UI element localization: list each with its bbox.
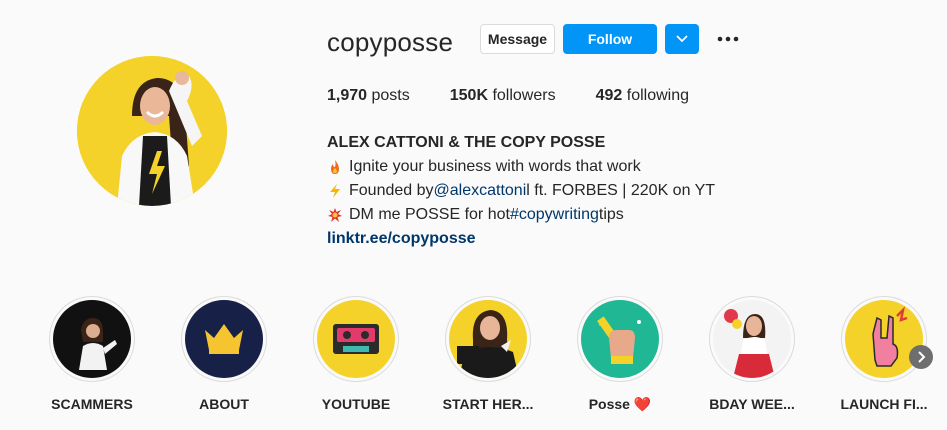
fist-pencil-icon xyxy=(581,300,659,378)
chevron-right-icon xyxy=(918,351,926,363)
person-photo-icon xyxy=(53,300,131,378)
highlight-label: SCAMMERS xyxy=(51,396,133,412)
highlight-ring xyxy=(577,296,663,382)
followers-stat[interactable]: 150K followers xyxy=(450,87,556,105)
highlight-posse[interactable]: Posse ❤️ xyxy=(570,296,670,413)
cassette-icon xyxy=(317,300,395,378)
posts-stat: 1,970 posts xyxy=(327,87,410,105)
highlight-ring xyxy=(313,296,399,382)
lightning-icon xyxy=(330,184,340,198)
crown-icon xyxy=(185,300,263,378)
suggested-dropdown-button[interactable] xyxy=(665,24,699,54)
highlight-ring xyxy=(445,296,531,382)
highlight-label: LAUNCH FI... xyxy=(840,396,928,412)
following-stat[interactable]: 492 following xyxy=(596,87,689,105)
bio-line-2-prefix: Founded by xyxy=(349,182,434,199)
bio-line-3: DM me POSSE for hot #copywriting tips xyxy=(327,203,715,227)
highlight-ring xyxy=(181,296,267,382)
bio-hashtag-link[interactable]: #copywriting xyxy=(510,203,599,227)
bio-line-2-suffix: l ft. FORBES | 220K on YT xyxy=(526,182,716,199)
bio-line-3-suffix: tips xyxy=(598,206,624,223)
highlight-label: START HER... xyxy=(442,396,534,412)
highlight-cover xyxy=(581,300,659,378)
bio-line-1: Ignite your business with words that wor… xyxy=(327,155,715,179)
bio-line-3-prefix: DM me POSSE for hot xyxy=(349,206,510,223)
posts-count: 1,970 xyxy=(327,87,368,104)
following-label: following xyxy=(626,87,690,104)
following-count: 492 xyxy=(595,87,623,104)
highlight-cover xyxy=(713,300,791,378)
profile-photo xyxy=(77,56,227,206)
highlight-cover xyxy=(449,300,527,378)
highlight-ring xyxy=(841,296,927,382)
highlight-ring xyxy=(49,296,135,382)
bio-name: ALEX CATTONI & THE COPY POSSE xyxy=(327,134,606,151)
bio-line-2: Founded by @alexcattoni l ft. FORBES | 2… xyxy=(327,179,715,203)
highlight-about[interactable]: ABOUT xyxy=(174,296,274,412)
bio-line-1-text: Ignite your business with words that wor… xyxy=(349,158,641,175)
highlight-ring xyxy=(709,296,795,382)
profile-stats: 1,970 posts 150K followers 492 following xyxy=(327,87,729,105)
highlight-cover xyxy=(317,300,395,378)
highlight-start-here[interactable]: START HER... xyxy=(438,296,538,412)
fire-icon xyxy=(331,160,339,174)
bio-mention-link[interactable]: @alexcattoni xyxy=(434,179,527,203)
highlight-cover xyxy=(185,300,263,378)
profile-bio: ALEX CATTONI & THE COPY POSSE Ignite you… xyxy=(327,131,715,251)
person-photo-icon xyxy=(713,300,791,378)
story-highlights: SCAMMERS ABOUT YOUTUBE START HER... Poss… xyxy=(0,296,947,416)
profile-avatar[interactable] xyxy=(77,56,227,206)
highlight-cover xyxy=(845,300,923,378)
more-options-button[interactable] xyxy=(713,24,743,54)
rock-hand-icon xyxy=(845,300,923,378)
collision-icon xyxy=(328,208,342,222)
posts-label: posts xyxy=(371,87,410,104)
highlights-next-button[interactable] xyxy=(909,345,933,369)
followers-label: followers xyxy=(492,87,556,104)
highlight-label: YOUTUBE xyxy=(321,396,391,412)
profile-username: copyposse xyxy=(327,27,454,57)
chevron-down-icon xyxy=(676,35,688,43)
person-photo-icon xyxy=(449,300,527,378)
followers-count: 150K xyxy=(449,87,488,104)
bio-website-link[interactable]: linktr.ee/copyposse xyxy=(327,227,715,251)
highlight-youtube[interactable]: YOUTUBE xyxy=(306,296,406,412)
message-button[interactable]: Message xyxy=(480,24,555,54)
highlight-label: ABOUT xyxy=(199,396,249,412)
more-horizontal-icon xyxy=(717,36,739,42)
highlight-cover xyxy=(53,300,131,378)
highlight-bday-week[interactable]: BDAY WEE... xyxy=(702,296,802,412)
follow-button[interactable]: Follow xyxy=(563,24,657,54)
highlight-label: BDAY WEE... xyxy=(709,396,795,412)
highlight-label: Posse ❤️ xyxy=(588,396,652,412)
highlight-scammers[interactable]: SCAMMERS xyxy=(42,296,142,412)
